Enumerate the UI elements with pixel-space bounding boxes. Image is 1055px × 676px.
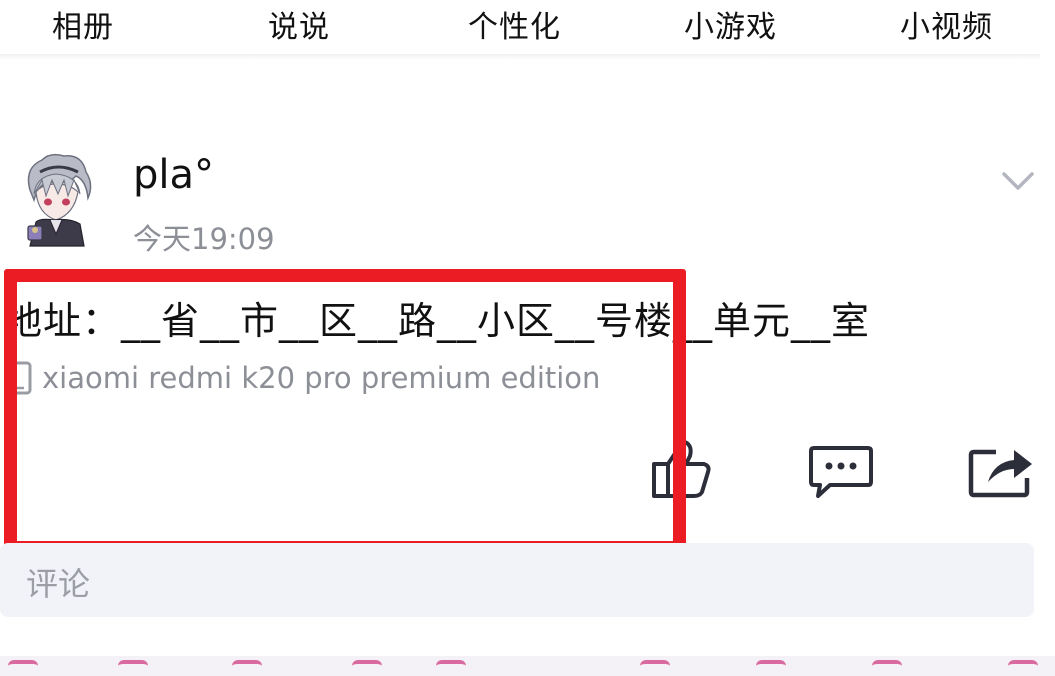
comment-placeholder: 评论 xyxy=(26,565,91,603)
post-timestamp: 今天19:09 xyxy=(133,222,275,256)
partial-icon xyxy=(872,660,902,676)
comment-input[interactable]: 评论 xyxy=(0,543,1034,617)
comment-bubble-icon[interactable] xyxy=(808,444,874,500)
avatar[interactable] xyxy=(20,150,94,250)
partial-icon xyxy=(8,660,38,676)
nav-item-album[interactable]: 相册 xyxy=(52,2,114,46)
bottom-toolbar-strip xyxy=(0,656,1055,676)
partial-icon xyxy=(640,660,670,676)
partial-icon xyxy=(436,660,466,676)
device-info: xiaomi redmi k20 pro premium edition xyxy=(6,358,600,398)
chevron-down-icon[interactable] xyxy=(1000,168,1036,194)
nav-item-mini-games[interactable]: 小游戏 xyxy=(684,2,777,46)
share-icon[interactable] xyxy=(968,442,1034,498)
partial-icon xyxy=(352,660,382,676)
partial-icon xyxy=(118,660,148,676)
partial-icon xyxy=(232,660,262,676)
device-label: xiaomi redmi k20 pro premium edition xyxy=(42,361,601,395)
username[interactable]: pla° xyxy=(133,152,214,198)
nav-item-moments[interactable]: 说说 xyxy=(268,2,330,46)
partial-icon xyxy=(1008,660,1038,676)
top-nav: 相册 说说 个性化 小游戏 小视频 xyxy=(0,0,1055,54)
thumbs-up-icon[interactable] xyxy=(650,438,712,500)
nav-item-personalize[interactable]: 个性化 xyxy=(468,2,561,46)
nav-item-short-videos[interactable]: 小视频 xyxy=(900,2,993,46)
qzone-feed-page: 相册 说说 个性化 小游戏 小视频 pla° 今天19:09 地址：__省__市… xyxy=(0,0,1055,676)
phone-icon xyxy=(8,361,32,395)
nav-divider xyxy=(0,54,1040,60)
partial-icon xyxy=(756,660,786,676)
post-text: 地址：__省__市__区__路__小区__号楼__单元__室 xyxy=(4,299,871,343)
